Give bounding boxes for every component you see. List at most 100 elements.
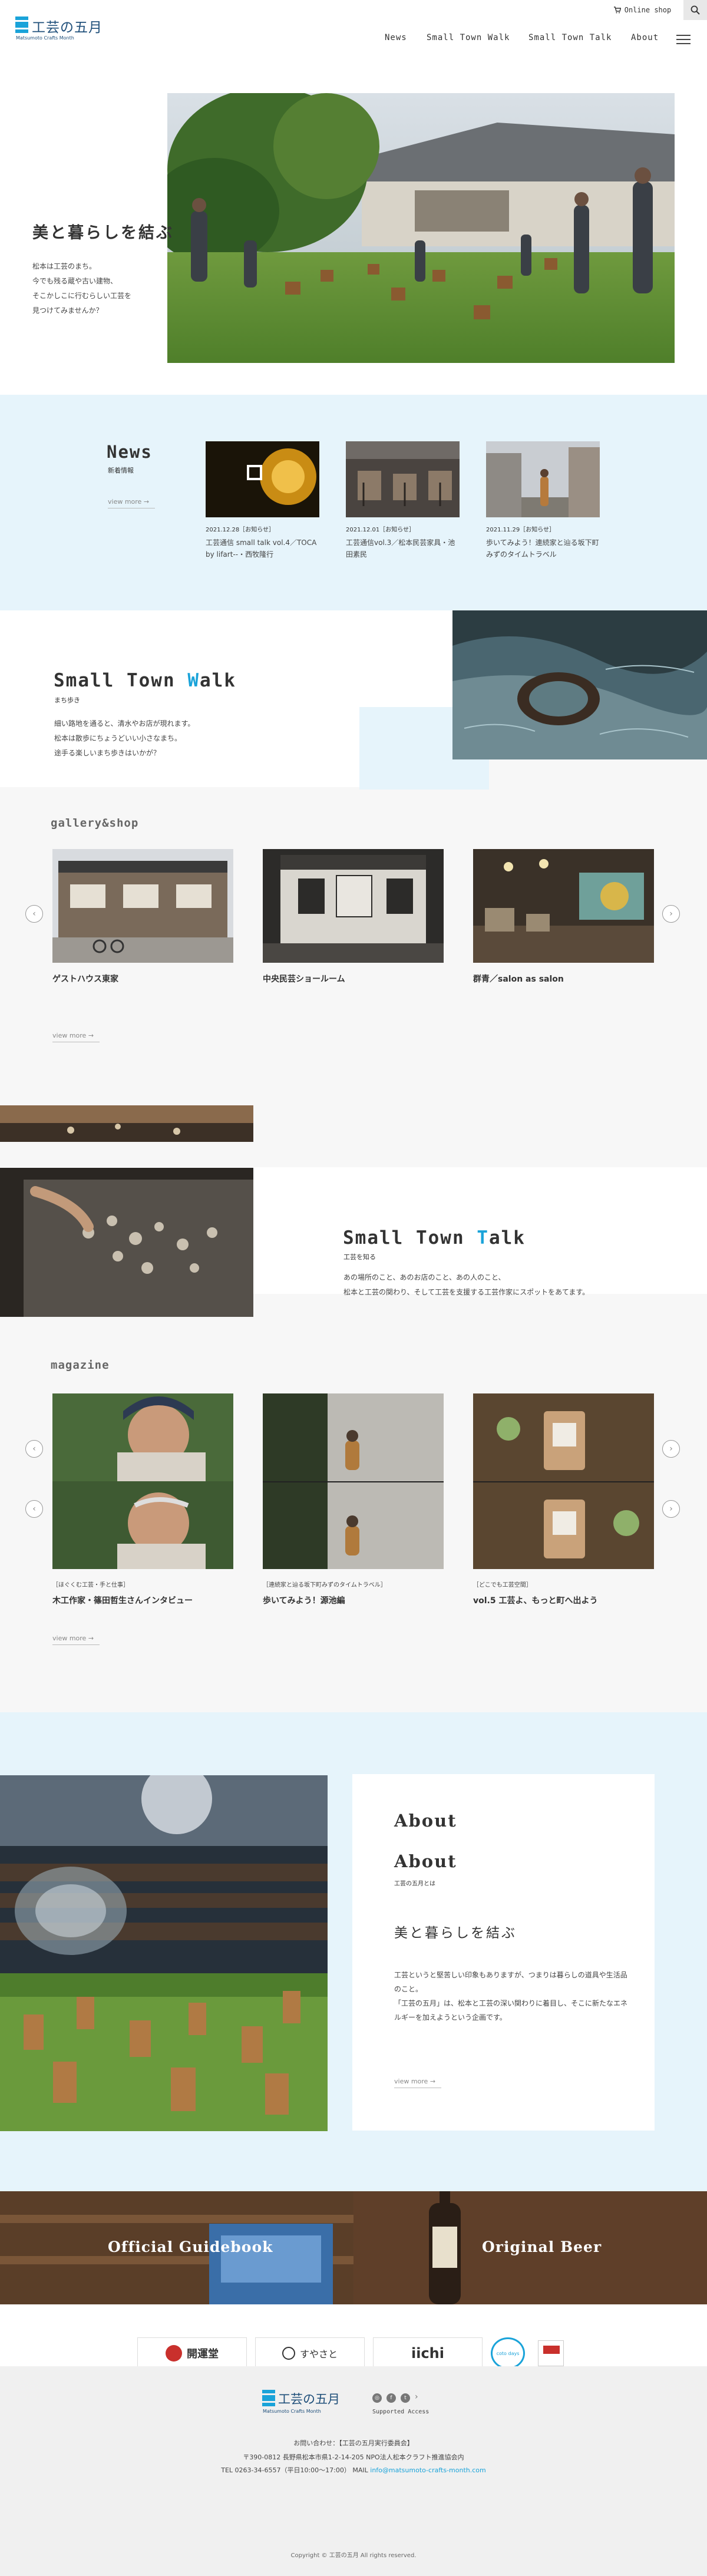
magazine-next-arrow-icon[interactable]: ›: [662, 1440, 680, 1458]
nav-news[interactable]: News: [385, 33, 407, 42]
footer-address: 〒390-0812 長野県松本市県1-2-14-205 NPO法人松本クラフト推…: [243, 2453, 464, 2461]
footer-contact-title: お問い合わせ：【工芸の五月実行委員会】: [293, 2439, 414, 2447]
footer-logo-text[interactable]: 工芸の五月: [278, 2390, 340, 2407]
magazine-card[interactable]: ［ほぐくむ工芸・手と仕事］ 木工作家・篠田哲生さんインタビュー: [52, 1393, 233, 1606]
news-title[interactable]: 工芸通信vol.3／松本民芸家具・池田素民: [346, 537, 460, 560]
logo-mark-icon[interactable]: [15, 16, 28, 33]
news-thumbnail[interactable]: [346, 441, 460, 517]
gallery-card-label[interactable]: 中央民芸ショールーム: [263, 973, 444, 985]
magazine-heading: magazine: [51, 1359, 110, 1372]
gallery-card[interactable]: 群青／salon as salon: [473, 849, 654, 985]
hero-title: 美と暮らしを結ぶ: [32, 224, 174, 242]
news-title[interactable]: 工芸通信 small talk vol.4／TOCA by lifart--・西…: [206, 537, 319, 560]
gallery-image[interactable]: [52, 849, 233, 963]
magazine-tag: ［どこでも工芸空間］: [473, 1582, 532, 1588]
search-button[interactable]: [683, 0, 707, 20]
sponsor-logo[interactable]: 開運堂: [137, 2337, 247, 2369]
news-card[interactable]: 2021.11.29［お知らせ］ 歩いてみよう！連続家と辿る坂下町みずのタイムト…: [486, 441, 600, 560]
news-card[interactable]: 2021.12.01［お知らせ］ 工芸通信vol.3／松本民芸家具・池田素民: [346, 441, 460, 560]
magazine-title[interactable]: vol.5 工芸よ、もっと町へ出よう: [473, 1594, 654, 1606]
about-subheading: 工芸の五月とは: [394, 1881, 435, 1887]
news-card[interactable]: 2021.12.28［お知らせ］ 工芸通信 small talk vol.4／T…: [206, 441, 319, 560]
sponsors-section: 開運堂 すやさと iichi coto days: [0, 2304, 707, 2369]
sponsor-mark-icon: [282, 2347, 295, 2360]
magazine-title[interactable]: 木工作家・篠田哲生さんインタビュー: [52, 1594, 233, 1606]
walk-feature-image: [452, 610, 707, 759]
magazine-prev-arrow-icon[interactable]: ‹: [25, 1440, 43, 1458]
search-icon: [691, 5, 700, 15]
menu-hamburger-icon[interactable]: [676, 35, 691, 44]
news-view-more-link[interactable]: view more →: [108, 498, 155, 508]
guidebook-banner[interactable]: Official Guidebook: [0, 2191, 353, 2304]
site-footer: 工芸の五月 Matsumoto Crafts Month ◎ f t › Sup…: [0, 2366, 707, 2576]
about-image-chairs: [0, 1973, 328, 2131]
about-title: 美と暮らしを結ぶ: [394, 1926, 517, 1941]
gallery-card-label[interactable]: ゲストハウス東家: [52, 973, 233, 985]
online-shop-link[interactable]: Online shop: [603, 0, 681, 20]
hero-slide-image[interactable]: [167, 93, 675, 363]
gallery-card[interactable]: 中央民芸ショールーム: [263, 849, 444, 985]
news-thumbnail[interactable]: [486, 441, 600, 517]
site-header: 工芸の五月 Matsumoto Crafts Month Online shop…: [0, 0, 707, 62]
walk-subheading: まち歩き: [54, 696, 80, 704]
gallery-image[interactable]: [263, 849, 444, 963]
talk-text: あの場所のこと、あのお店のこと、あの人のこと、 松本と工芸の関わり、そして工芸を…: [343, 1273, 590, 1296]
small-town-talk-section: Small Town Talk 工芸を知る あの場所のこと、あのお店のこと、あの…: [0, 1105, 707, 1712]
magazine-next-arrow-icon[interactable]: ›: [662, 1500, 680, 1518]
sponsor-mark-icon: [538, 2340, 564, 2366]
logo-text[interactable]: 工芸の五月: [32, 16, 103, 36]
about-image-glass: [0, 1775, 328, 1973]
magazine-view-more-link[interactable]: view more →: [52, 1634, 100, 1645]
about-heading-secondary: About: [394, 1851, 457, 1871]
gallery-image[interactable]: [473, 849, 654, 963]
magazine-title[interactable]: 歩いてみよう！源池編: [263, 1594, 444, 1606]
twitter-icon[interactable]: t: [401, 2393, 410, 2403]
news-date: 2021.12.28［お知らせ］: [206, 527, 275, 533]
walk-text: 細い路地を通ると、清水やお店が現れます。 松本は散歩にちょうどいい小さなまち。 …: [54, 719, 195, 757]
more-icon[interactable]: ›: [415, 2392, 418, 2402]
beer-banner[interactable]: Original Beer: [353, 2191, 707, 2304]
footer-tel-line: TEL 0263-34-6557（平日10:00〜17:00） MAIL inf…: [221, 2466, 486, 2474]
footer-logo-subtitle: Matsumoto Crafts Month: [263, 2409, 321, 2414]
hero-text: 松本は工芸のまち。 今でも残る蔵や古い建物、 そこかしこに行むらしい工芸を 見つ…: [32, 262, 132, 315]
sponsor-logo[interactable]: すやさと: [255, 2337, 365, 2369]
talk-feature-image: [0, 1168, 253, 1317]
beer-banner-label[interactable]: Original Beer: [482, 2238, 602, 2255]
guidebook-banner-label[interactable]: Official Guidebook: [108, 2238, 273, 2255]
gallery-card[interactable]: ゲストハウス東家: [52, 849, 233, 985]
nav-small-town-talk[interactable]: Small Town Talk: [528, 33, 612, 42]
sponsor-logo[interactable]: coto days: [491, 2337, 525, 2369]
news-title[interactable]: 歩いてみよう！連続家と辿る坂下町みずのタイムトラベル: [486, 537, 600, 560]
news-thumbnail[interactable]: [206, 441, 319, 517]
footer-logo-mark-icon[interactable]: [262, 2390, 275, 2406]
talk-subheading: 工芸を知る: [343, 1253, 376, 1261]
sponsor-mark-icon: [166, 2345, 182, 2362]
magazine-image[interactable]: [263, 1393, 444, 1569]
cart-icon: [613, 6, 621, 14]
banner-section: Official Guidebook Original Beer: [0, 2191, 707, 2304]
nav-about[interactable]: About: [631, 33, 659, 42]
gallery-prev-arrow-icon[interactable]: ‹: [25, 905, 43, 923]
magazine-prev-arrow-icon[interactable]: ‹: [25, 1500, 43, 1518]
facebook-icon[interactable]: f: [386, 2393, 396, 2403]
magazine-tag: ［連続家と辿る坂下町みずのタイムトラベル］: [263, 1582, 386, 1588]
about-view-more-link[interactable]: view more →: [394, 2078, 441, 2088]
walk-heading: Small Town Walk: [54, 670, 236, 691]
sponsor-logo[interactable]: [534, 2337, 568, 2369]
footer-mail-link[interactable]: info@matsumoto-crafts-month.com: [370, 2466, 485, 2474]
about-text: 工芸というと堅苦しい印象もありますが、つまりは暮らしの道具や生活品のこと。 「工…: [394, 1971, 628, 2022]
magazine-tag: ［ほぐくむ工芸・手と仕事］: [52, 1582, 129, 1588]
about-heading: About: [394, 1811, 457, 1831]
about-card: About About 工芸の五月とは 美と暮らしを結ぶ 工芸というと堅苦しい印…: [352, 1774, 655, 2131]
nav-small-town-walk[interactable]: Small Town Walk: [427, 33, 510, 42]
online-shop-label: Online shop: [624, 6, 672, 14]
magazine-image[interactable]: [473, 1393, 654, 1569]
gallery-card-label[interactable]: 群青／salon as salon: [473, 973, 654, 985]
sponsor-logo[interactable]: iichi: [373, 2337, 483, 2369]
instagram-icon[interactable]: ◎: [372, 2393, 382, 2403]
magazine-image[interactable]: [52, 1393, 233, 1569]
magazine-card[interactable]: ［どこでも工芸空間］ vol.5 工芸よ、もっと町へ出よう: [473, 1393, 654, 1606]
gallery-view-more-link[interactable]: view more →: [52, 1032, 100, 1042]
magazine-card[interactable]: ［連続家と辿る坂下町みずのタイムトラベル］ 歩いてみよう！源池編: [263, 1393, 444, 1606]
gallery-next-arrow-icon[interactable]: ›: [662, 905, 680, 923]
